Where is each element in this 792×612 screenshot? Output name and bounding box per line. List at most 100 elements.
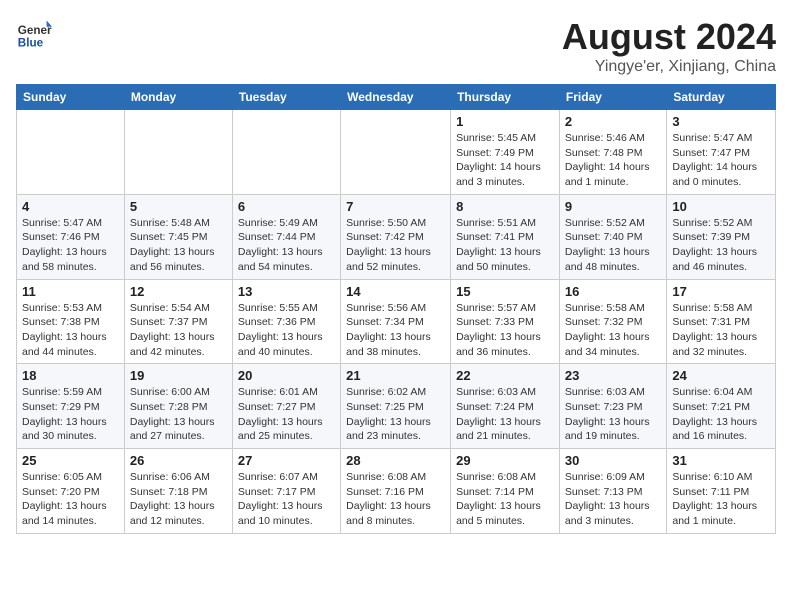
- calendar-cell: 29 Sunrise: 6:08 AM Sunset: 7:14 PM Dayli…: [451, 449, 560, 534]
- col-wednesday: Wednesday: [341, 85, 451, 110]
- calendar-cell: 9 Sunrise: 5:52 AM Sunset: 7:40 PM Daylig…: [559, 194, 666, 279]
- day-info: Sunrise: 5:52 AM Sunset: 7:40 PM Dayligh…: [565, 216, 661, 275]
- day-number: 16: [565, 284, 661, 299]
- calendar-cell: 3 Sunrise: 5:47 AM Sunset: 7:47 PM Daylig…: [667, 110, 776, 195]
- calendar-cell: [232, 110, 340, 195]
- page-header: General Blue August 2024 Yingye'er, Xinj…: [16, 16, 776, 76]
- calendar-row: 1 Sunrise: 5:45 AM Sunset: 7:49 PM Daylig…: [17, 110, 776, 195]
- calendar-cell: 18 Sunrise: 5:59 AM Sunset: 7:29 PM Dayli…: [17, 364, 125, 449]
- day-number: 26: [130, 453, 227, 468]
- calendar-cell: 24Sunrise: 6:04 AM Sunset: 7:21 PM Dayli…: [667, 364, 776, 449]
- day-info: Sunrise: 5:54 AM Sunset: 7:37 PM Dayligh…: [130, 301, 227, 360]
- day-info: Sunrise: 6:07 AM Sunset: 7:17 PM Dayligh…: [238, 470, 335, 529]
- day-number: 22: [456, 368, 554, 383]
- day-info: Sunrise: 5:59 AM Sunset: 7:29 PM Dayligh…: [22, 385, 119, 444]
- day-info: Sunrise: 5:56 AM Sunset: 7:34 PM Dayligh…: [346, 301, 445, 360]
- svg-text:Blue: Blue: [18, 37, 44, 50]
- calendar-row: 25Sunrise: 6:05 AM Sunset: 7:20 PM Dayli…: [17, 449, 776, 534]
- day-number: 20: [238, 368, 335, 383]
- calendar-cell: 26Sunrise: 6:06 AM Sunset: 7:18 PM Dayli…: [124, 449, 232, 534]
- day-number: 7: [346, 199, 445, 214]
- calendar-cell: 8 Sunrise: 5:51 AM Sunset: 7:41 PM Daylig…: [451, 194, 560, 279]
- calendar-cell: 10 Sunrise: 5:52 AM Sunset: 7:39 PM Dayli…: [667, 194, 776, 279]
- calendar-cell: 11 Sunrise: 5:53 AM Sunset: 7:38 PM Dayli…: [17, 279, 125, 364]
- day-number: 8: [456, 199, 554, 214]
- day-info: Sunrise: 6:08 AM Sunset: 7:16 PM Dayligh…: [346, 470, 445, 529]
- day-info: Sunrise: 5:47 AM Sunset: 7:47 PM Dayligh…: [672, 131, 770, 190]
- calendar-cell: 7Sunrise: 5:50 AM Sunset: 7:42 PM Daylig…: [341, 194, 451, 279]
- col-saturday: Saturday: [667, 85, 776, 110]
- day-number: 15: [456, 284, 554, 299]
- calendar-row: 4Sunrise: 5:47 AM Sunset: 7:46 PM Daylig…: [17, 194, 776, 279]
- day-info: Sunrise: 6:09 AM Sunset: 7:13 PM Dayligh…: [565, 470, 661, 529]
- day-info: Sunrise: 5:55 AM Sunset: 7:36 PM Dayligh…: [238, 301, 335, 360]
- day-info: Sunrise: 5:48 AM Sunset: 7:45 PM Dayligh…: [130, 216, 227, 275]
- day-info: Sunrise: 6:00 AM Sunset: 7:28 PM Dayligh…: [130, 385, 227, 444]
- day-number: 18: [22, 368, 119, 383]
- day-info: Sunrise: 5:53 AM Sunset: 7:38 PM Dayligh…: [22, 301, 119, 360]
- day-number: 13: [238, 284, 335, 299]
- calendar-title: August 2024: [562, 16, 776, 58]
- calendar-cell: 14 Sunrise: 5:56 AM Sunset: 7:34 PM Dayli…: [341, 279, 451, 364]
- day-number: 4: [22, 199, 119, 214]
- col-tuesday: Tuesday: [232, 85, 340, 110]
- col-friday: Friday: [559, 85, 666, 110]
- calendar-cell: 13 Sunrise: 5:55 AM Sunset: 7:36 PM Dayli…: [232, 279, 340, 364]
- day-number: 29: [456, 453, 554, 468]
- day-info: Sunrise: 6:03 AM Sunset: 7:24 PM Dayligh…: [456, 385, 554, 444]
- logo: General Blue: [16, 16, 56, 52]
- day-info: Sunrise: 5:51 AM Sunset: 7:41 PM Dayligh…: [456, 216, 554, 275]
- day-number: 25: [22, 453, 119, 468]
- col-thursday: Thursday: [451, 85, 560, 110]
- day-number: 11: [22, 284, 119, 299]
- day-number: 21: [346, 368, 445, 383]
- calendar-cell: 15 Sunrise: 5:57 AM Sunset: 7:33 PM Dayli…: [451, 279, 560, 364]
- calendar-cell: 28 Sunrise: 6:08 AM Sunset: 7:16 PM Dayli…: [341, 449, 451, 534]
- day-info: Sunrise: 6:02 AM Sunset: 7:25 PM Dayligh…: [346, 385, 445, 444]
- day-number: 9: [565, 199, 661, 214]
- calendar-cell: [341, 110, 451, 195]
- calendar-cell: 31Sunrise: 6:10 AM Sunset: 7:11 PM Dayli…: [667, 449, 776, 534]
- calendar-header-row: Sunday Monday Tuesday Wednesday Thursday…: [17, 85, 776, 110]
- calendar-cell: 20Sunrise: 6:01 AM Sunset: 7:27 PM Dayli…: [232, 364, 340, 449]
- calendar-cell: 22 Sunrise: 6:03 AM Sunset: 7:24 PM Dayli…: [451, 364, 560, 449]
- calendar-row: 11 Sunrise: 5:53 AM Sunset: 7:38 PM Dayli…: [17, 279, 776, 364]
- day-number: 6: [238, 199, 335, 214]
- title-block: August 2024 Yingye'er, Xinjiang, China: [562, 16, 776, 76]
- calendar-cell: 27 Sunrise: 6:07 AM Sunset: 7:17 PM Dayli…: [232, 449, 340, 534]
- day-number: 12: [130, 284, 227, 299]
- col-sunday: Sunday: [17, 85, 125, 110]
- calendar-cell: [17, 110, 125, 195]
- calendar-cell: 30Sunrise: 6:09 AM Sunset: 7:13 PM Dayli…: [559, 449, 666, 534]
- calendar-table: Sunday Monday Tuesday Wednesday Thursday…: [16, 84, 776, 534]
- calendar-row: 18 Sunrise: 5:59 AM Sunset: 7:29 PM Dayli…: [17, 364, 776, 449]
- calendar-cell: 1 Sunrise: 5:45 AM Sunset: 7:49 PM Daylig…: [451, 110, 560, 195]
- day-info: Sunrise: 6:08 AM Sunset: 7:14 PM Dayligh…: [456, 470, 554, 529]
- day-number: 27: [238, 453, 335, 468]
- day-number: 28: [346, 453, 445, 468]
- day-info: Sunrise: 5:49 AM Sunset: 7:44 PM Dayligh…: [238, 216, 335, 275]
- calendar-cell: 25Sunrise: 6:05 AM Sunset: 7:20 PM Dayli…: [17, 449, 125, 534]
- day-info: Sunrise: 6:04 AM Sunset: 7:21 PM Dayligh…: [672, 385, 770, 444]
- day-number: 5: [130, 199, 227, 214]
- logo-icon: General Blue: [16, 16, 52, 52]
- day-info: Sunrise: 5:52 AM Sunset: 7:39 PM Dayligh…: [672, 216, 770, 275]
- day-info: Sunrise: 5:57 AM Sunset: 7:33 PM Dayligh…: [456, 301, 554, 360]
- day-number: 14: [346, 284, 445, 299]
- day-number: 23: [565, 368, 661, 383]
- day-number: 1: [456, 114, 554, 129]
- calendar-cell: [124, 110, 232, 195]
- day-info: Sunrise: 5:58 AM Sunset: 7:31 PM Dayligh…: [672, 301, 770, 360]
- day-number: 3: [672, 114, 770, 129]
- col-monday: Monday: [124, 85, 232, 110]
- calendar-cell: 4Sunrise: 5:47 AM Sunset: 7:46 PM Daylig…: [17, 194, 125, 279]
- calendar-cell: 5 Sunrise: 5:48 AM Sunset: 7:45 PM Daylig…: [124, 194, 232, 279]
- day-info: Sunrise: 5:58 AM Sunset: 7:32 PM Dayligh…: [565, 301, 661, 360]
- calendar-cell: 6 Sunrise: 5:49 AM Sunset: 7:44 PM Daylig…: [232, 194, 340, 279]
- calendar-cell: 21 Sunrise: 6:02 AM Sunset: 7:25 PM Dayli…: [341, 364, 451, 449]
- calendar-subtitle: Yingye'er, Xinjiang, China: [562, 58, 776, 76]
- calendar-cell: 16 Sunrise: 5:58 AM Sunset: 7:32 PM Dayli…: [559, 279, 666, 364]
- day-info: Sunrise: 5:45 AM Sunset: 7:49 PM Dayligh…: [456, 131, 554, 190]
- day-info: Sunrise: 6:03 AM Sunset: 7:23 PM Dayligh…: [565, 385, 661, 444]
- day-number: 10: [672, 199, 770, 214]
